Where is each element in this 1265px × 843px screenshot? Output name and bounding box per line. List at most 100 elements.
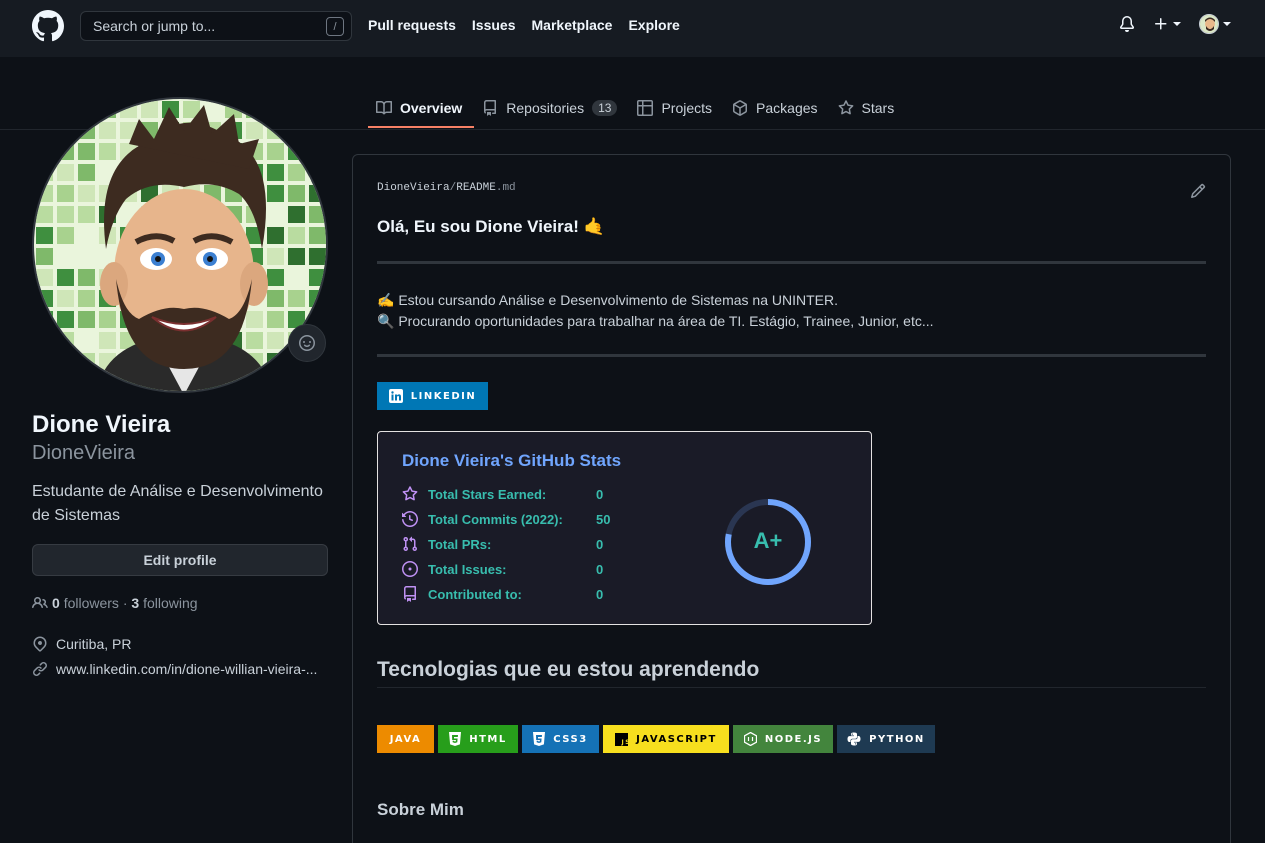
avatar-tile [78, 227, 95, 244]
avatar-tile [78, 353, 95, 370]
set-status-button[interactable] [288, 324, 326, 362]
profile-website: www.linkedin.com/in/dione-willian-vieira… [32, 661, 317, 677]
avatar-tile [57, 206, 74, 223]
nav-pull-requests[interactable]: Pull requests [368, 17, 456, 33]
avatar-tile [267, 332, 284, 349]
avatar-tile [57, 332, 74, 349]
following-count: 3 [131, 595, 140, 611]
followers-count: 0 [52, 595, 60, 611]
avatar-tile [288, 185, 305, 202]
html-badge[interactable]: HTML [438, 725, 518, 753]
project-icon [637, 100, 654, 116]
profile-avatar[interactable] [32, 97, 328, 393]
bell-icon[interactable] [1119, 16, 1135, 32]
javascript-badge[interactable]: JS JAVASCRIPT [603, 725, 729, 753]
linkedin-badge[interactable]: LINKEDIN [377, 382, 488, 410]
avatar-tile [246, 374, 263, 391]
stat-value: 0 [596, 536, 604, 552]
avatar-tile [267, 143, 284, 160]
avatar-tile [309, 248, 326, 265]
stat-row-prs: Total PRs: 0 [402, 536, 603, 552]
tab-stars[interactable]: Stars [830, 88, 907, 128]
css3-icon [533, 732, 546, 746]
following-link[interactable]: 3 following [131, 595, 197, 611]
avatar-tile [99, 374, 116, 391]
tab-overview[interactable]: Overview [368, 88, 475, 128]
avatar-tile [57, 290, 74, 307]
repo-count-badge: 13 [592, 100, 618, 116]
avatar-tile [36, 164, 53, 181]
profile-tabs: Overview Repositories 13 Projects Packag… [368, 88, 906, 128]
pull-request-icon [403, 536, 418, 552]
avatar-tile [267, 248, 284, 265]
avatar-tile [141, 101, 158, 118]
avatar-tile [57, 164, 74, 181]
follow-stats: 0 followers · 3 following [32, 595, 198, 611]
avatar-tile [36, 353, 53, 370]
avatar-tile [57, 185, 74, 202]
avatar [1199, 14, 1219, 34]
linkedin-icon [388, 389, 403, 403]
avatar-tile [57, 227, 74, 244]
history-icon [402, 511, 418, 527]
avatar-tile [246, 122, 263, 139]
profile-location: Curitiba, PR [32, 636, 131, 652]
tab-packages[interactable]: Packages [724, 88, 829, 128]
stats-title: Dione Vieira's GitHub Stats [402, 451, 622, 470]
search-input[interactable]: Search or jump to... / [80, 11, 352, 41]
python-badge[interactable]: PYTHON [837, 725, 935, 753]
nav-marketplace[interactable]: Marketplace [532, 17, 613, 33]
stat-label: Total Stars Earned: [428, 486, 547, 502]
python-icon [847, 732, 861, 746]
avatar-tile [267, 374, 284, 391]
edit-profile-button[interactable]: Edit profile [32, 544, 328, 576]
avatar-tile [78, 311, 95, 328]
followers-link[interactable]: 0 followers [52, 595, 119, 611]
tab-projects[interactable]: Projects [629, 88, 724, 128]
user-menu-button[interactable] [1199, 14, 1231, 34]
badge-label: HTML [469, 733, 507, 745]
stat-value: 0 [596, 561, 604, 577]
nav-explore[interactable]: Explore [628, 17, 679, 33]
readme-owner-link[interactable]: DioneVieira [377, 182, 450, 194]
avatar-tile [288, 374, 305, 391]
about-heading: Sobre Mim [377, 800, 464, 819]
avatar-tile [267, 311, 284, 328]
avatar-tile [288, 290, 305, 307]
stat-value: 50 [596, 511, 611, 527]
readme-line-study: ✍️ Estou cursando Análise e Desenvolvime… [377, 292, 838, 308]
readme-file-link[interactable]: README [456, 182, 496, 194]
tab-label: Repositories [506, 100, 585, 116]
link-icon [32, 661, 48, 677]
java-badge[interactable]: JAVA [377, 725, 434, 753]
avatar-tile [288, 143, 305, 160]
avatar-tile [36, 374, 53, 391]
avatar-tile [57, 143, 74, 160]
stat-row-stars: Total Stars Earned: 0 [402, 486, 603, 502]
repo-icon [404, 586, 416, 602]
readme-heading: Olá, Eu sou Dione Vieira! 🤙 [377, 217, 605, 236]
location-icon [33, 636, 47, 652]
issue-icon [402, 561, 418, 577]
edit-pencil-icon[interactable] [1190, 183, 1206, 199]
css3-badge[interactable]: CSS3 [522, 725, 599, 753]
profile-full-name: Dione Vieira [32, 411, 171, 438]
nodejs-badge[interactable]: NODE.JS [733, 725, 833, 753]
avatar-tile [309, 206, 326, 223]
avatar-tile [99, 311, 116, 328]
avatar-tile [267, 185, 284, 202]
badge-label: JAVA [389, 733, 422, 745]
website-link[interactable]: www.linkedin.com/in/dione-willian-vieira… [56, 661, 317, 677]
stat-label: Total PRs: [428, 536, 492, 552]
stat-row-issues: Total Issues: 0 [402, 561, 603, 577]
nav-issues[interactable]: Issues [472, 17, 516, 33]
search-placeholder: Search or jump to... [93, 18, 216, 34]
create-new-button[interactable] [1153, 16, 1181, 32]
plus-icon [1155, 18, 1167, 30]
avatar-tile [309, 227, 326, 244]
tab-repositories[interactable]: Repositories 13 [474, 88, 629, 128]
stat-value: 0 [596, 486, 604, 502]
location-text: Curitiba, PR [56, 636, 132, 652]
github-logo-icon[interactable] [32, 10, 64, 42]
stat-label: Total Commits (2022): [428, 511, 563, 527]
